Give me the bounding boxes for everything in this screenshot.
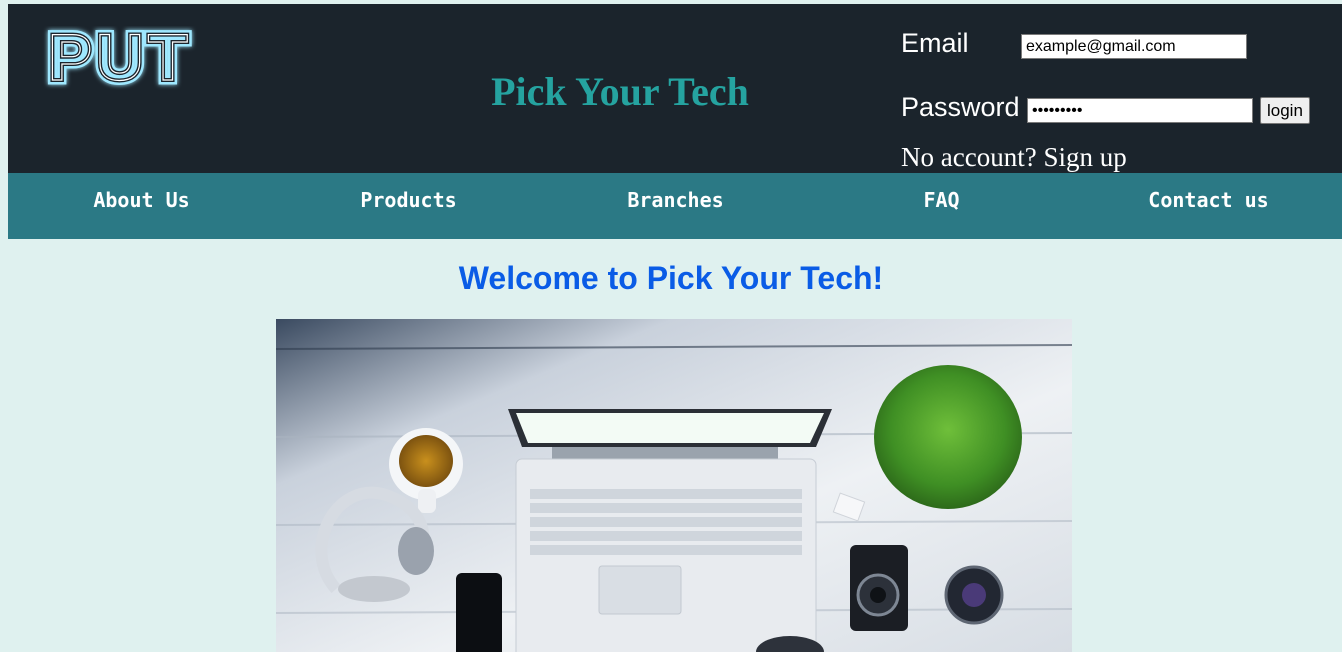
email-field[interactable] (1021, 34, 1247, 59)
nav-item-about-us[interactable]: About Us (8, 173, 275, 227)
main-nav: About Us Products Branches FAQ Contact u… (8, 173, 1342, 239)
nav-item-products[interactable]: Products (275, 173, 542, 227)
nav-item-faq[interactable]: FAQ (808, 173, 1075, 227)
signup-prompt: No account? Sign up (901, 142, 1127, 172)
password-label: Password (901, 92, 1020, 122)
nav-item-contact-us[interactable]: Contact us (1075, 173, 1342, 227)
hero-image (276, 319, 1072, 652)
site-header: PUT PUT PUT Pick Your Tech Email Passwor… (8, 4, 1342, 173)
no-account-text: No account? (901, 142, 1037, 172)
nav-item-branches[interactable]: Branches (542, 173, 809, 227)
page: PUT PUT PUT Pick Your Tech Email Passwor… (0, 0, 1342, 652)
welcome-heading: Welcome to Pick Your Tech! (458, 260, 884, 296)
signup-link[interactable]: Sign up (1043, 142, 1126, 172)
email-label: Email (901, 28, 969, 58)
password-field[interactable] (1027, 98, 1253, 123)
login-button[interactable]: login (1260, 97, 1310, 124)
